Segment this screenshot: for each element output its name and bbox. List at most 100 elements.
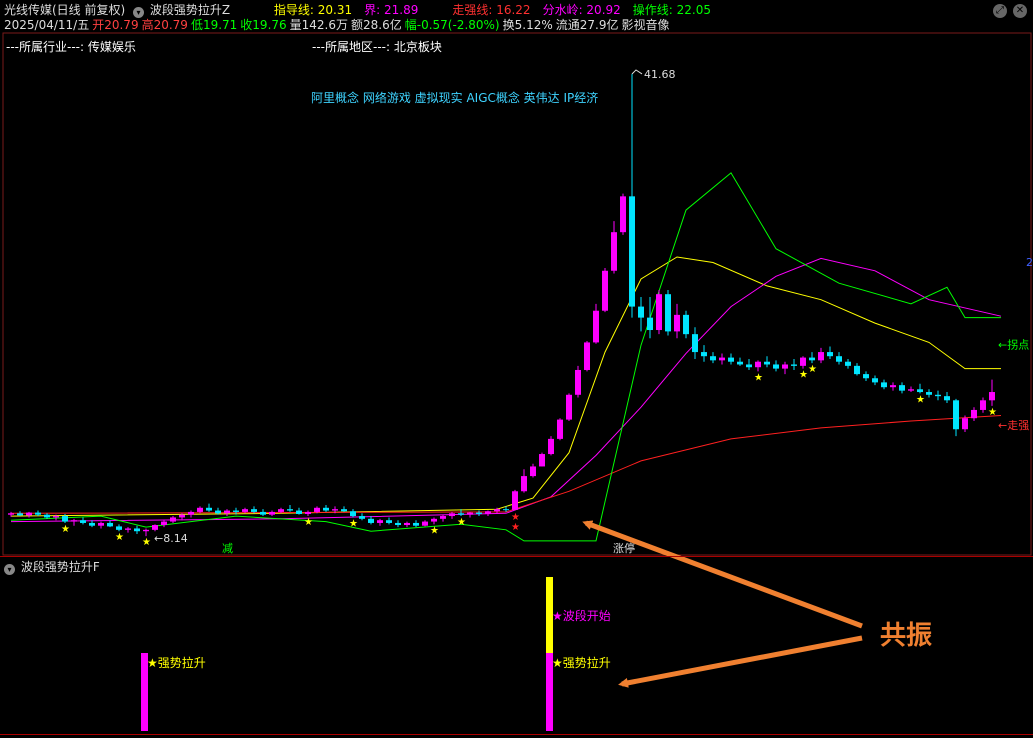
candle-body: [737, 361, 743, 365]
low-price-label: ←8.14: [154, 532, 188, 545]
candle-body: [368, 518, 374, 523]
candle-body: [467, 512, 473, 515]
star-signal-icon: ★: [799, 370, 808, 381]
candle-body: [908, 389, 914, 391]
candle-body: [458, 513, 464, 515]
candle-body: [746, 364, 752, 368]
candle-body: [269, 511, 275, 515]
candle-body: [197, 507, 203, 512]
candle-body: [764, 361, 770, 365]
candle-body: [386, 520, 392, 523]
candle-body: [161, 521, 167, 526]
candle-body: [656, 294, 662, 331]
candle-body: [188, 511, 194, 515]
high-marker: [631, 69, 643, 75]
star-signal-icon: ★: [754, 372, 763, 383]
candle-body: [62, 516, 68, 522]
candle-body: [224, 510, 230, 514]
candle-body: [107, 522, 113, 527]
candle-body: [35, 512, 41, 515]
series-line: [10, 257, 1002, 523]
candle-body: [800, 357, 806, 366]
series-line: [10, 415, 1002, 514]
candle-body: [359, 516, 365, 519]
candle-body: [899, 385, 905, 391]
candle-body: [881, 382, 887, 388]
candle-body: [701, 352, 707, 357]
candle-body: [152, 525, 158, 530]
candle-body: [422, 521, 428, 526]
star-signal-icon: ★: [808, 364, 817, 375]
bottom-divider: [0, 734, 1033, 735]
candle-body: [116, 526, 122, 530]
star-signal-icon: ★: [61, 524, 70, 535]
candle-body: [413, 522, 419, 526]
candle-body: [809, 357, 815, 361]
candle-body: [260, 511, 266, 515]
panel-divider: [0, 556, 1033, 557]
candle-body: [719, 357, 725, 361]
candle-body: [647, 317, 653, 331]
candle-body: [773, 364, 779, 369]
candle-body: [692, 334, 698, 353]
candle-body: [341, 509, 347, 512]
candle-body: [143, 529, 149, 532]
candle-body: [170, 517, 176, 522]
candle-body: [683, 314, 689, 335]
candle-body: [872, 378, 878, 383]
candle-body: [98, 522, 104, 526]
candle-body: [566, 394, 572, 420]
candle-body: [935, 394, 941, 397]
series-line: [10, 256, 1001, 517]
limit-up-mark: 涨停: [613, 541, 635, 555]
candle-body: [584, 342, 590, 370]
resonance-label: 共振: [880, 621, 933, 651]
star-signal-icon: ★: [142, 537, 151, 548]
candle-body: [134, 528, 140, 532]
candle-body: [278, 509, 284, 512]
candle-body: [827, 352, 833, 357]
candle-body: [53, 516, 59, 518]
candle-body: [305, 511, 311, 514]
candle-body: [728, 357, 734, 362]
reduce-mark: 减: [222, 542, 233, 555]
resonance-arrow-upper: [582, 520, 863, 629]
candle-body: [476, 512, 482, 514]
candle-body: [665, 294, 671, 332]
sub-panel-header: ▾ 波段强势拉升F: [4, 558, 100, 575]
candle-body: [962, 418, 968, 430]
star-signal-icon: ★: [457, 517, 466, 528]
candle-body: [575, 369, 581, 395]
candle-body: [287, 509, 293, 511]
candle-body: [179, 514, 185, 518]
signal-label: ★强势拉升: [147, 655, 206, 670]
candle-body: [782, 364, 788, 369]
resonance-arrow-lower: [618, 635, 863, 688]
candle-body: [557, 419, 563, 439]
candle-body: [44, 514, 50, 518]
sub-indicator-dropdown-icon[interactable]: ▾: [4, 564, 15, 575]
candle-body: [350, 511, 356, 517]
chart-annotations: 41.68 ←8.14 ←拐点 ←走强 2 减 涨停: [154, 68, 1033, 688]
candle-body: [395, 522, 401, 526]
star-signal-icon: ★: [430, 525, 439, 536]
candle-body: [71, 520, 77, 522]
candle-body: [440, 516, 446, 519]
sub-panel-bars: ★强势拉升 ★强势拉升 ★波段开始: [141, 577, 611, 731]
candle-body: [602, 270, 608, 311]
candle-body: [233, 510, 239, 512]
candle-body: [638, 306, 644, 318]
candlesticks: [8, 73, 995, 537]
candle-body: [593, 310, 599, 343]
candle-body: [503, 509, 509, 511]
candle-body: [242, 509, 248, 512]
candle-body: [953, 400, 959, 430]
candle-body: [404, 522, 410, 526]
candle-body: [629, 196, 635, 307]
candle-body: [818, 352, 824, 361]
signal-label: ★强势拉升: [552, 655, 611, 670]
indicator-lines: [10, 172, 1002, 542]
sub-panel-title[interactable]: 波段强势拉升F: [21, 560, 100, 574]
candle-body: [854, 365, 860, 375]
candle-body: [548, 438, 554, 455]
